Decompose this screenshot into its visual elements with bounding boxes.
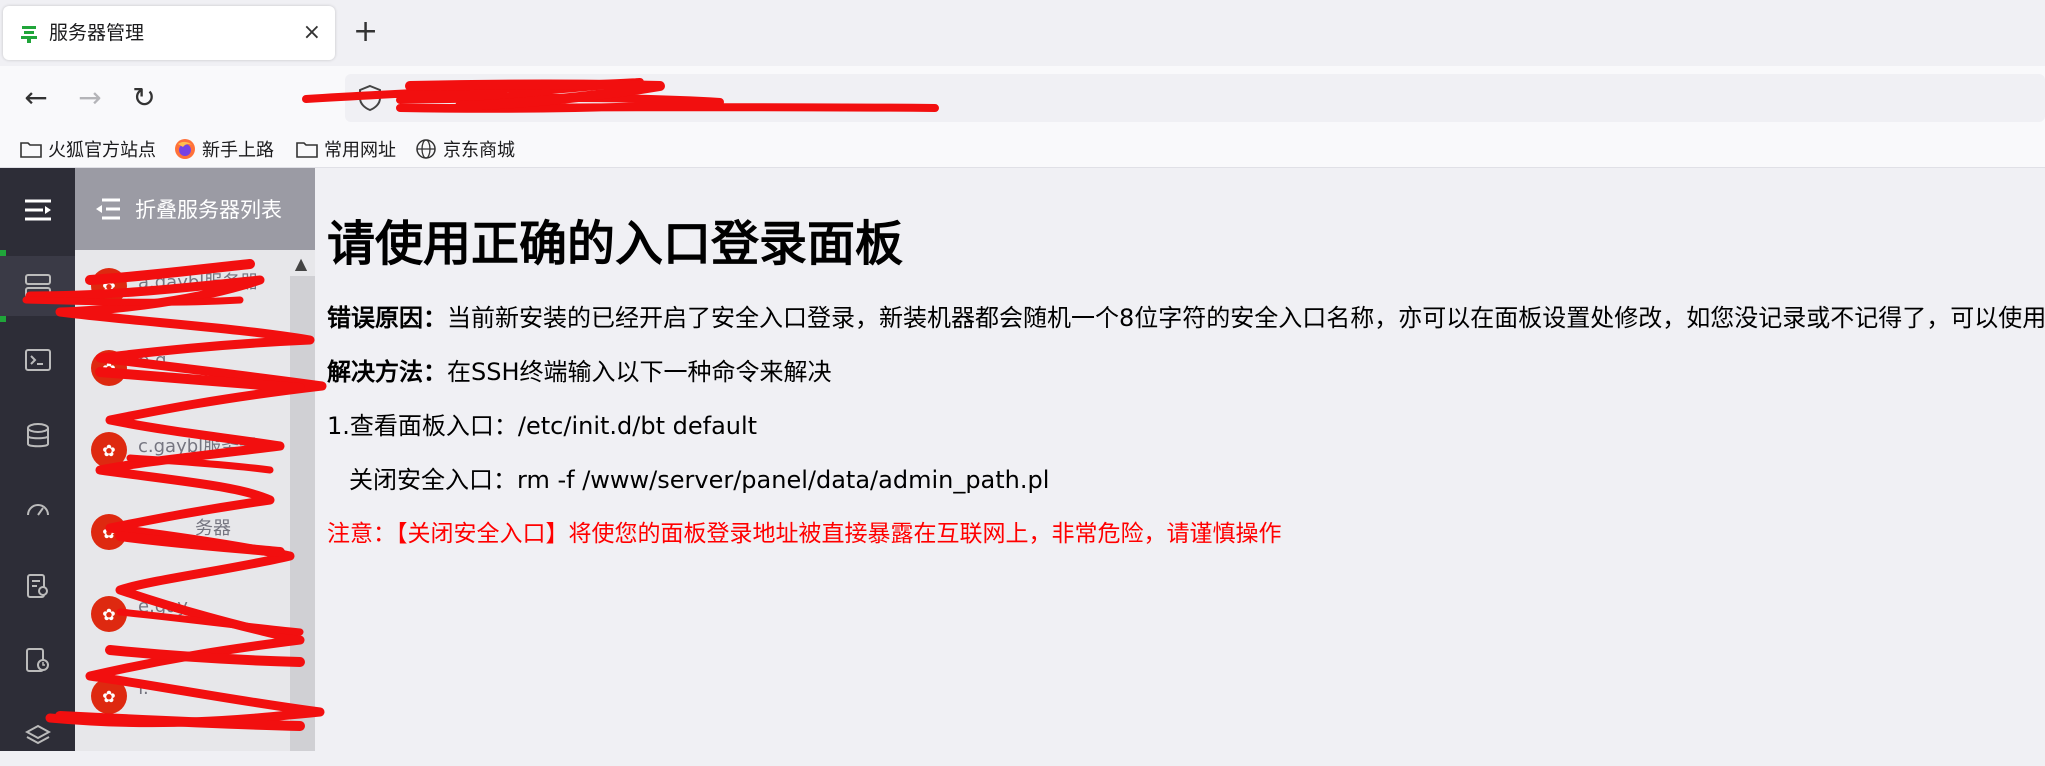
solution-label: 解决方法：	[327, 358, 447, 386]
list-item[interactable]: ✿ c.gaybl服务器	[75, 414, 315, 496]
list-item[interactable]: ✿ b.g	[75, 332, 315, 414]
list-item[interactable]: ✿ f.	[75, 660, 315, 742]
collapse-label: 折叠服务器列表	[135, 198, 282, 222]
server-icon	[24, 274, 51, 298]
browser-tab[interactable]: 服务器管理 ×	[3, 6, 335, 60]
tab-title: 服务器管理	[49, 22, 145, 44]
globe-icon	[416, 139, 436, 159]
panel-icon-sidebar	[0, 168, 75, 751]
reload-button[interactable]: ↻	[126, 80, 162, 116]
file-search-icon	[26, 574, 48, 598]
sidebar-item-cron[interactable]	[0, 630, 75, 690]
menu-toggle-button[interactable]	[0, 180, 75, 240]
list-item[interactable]: ✿ e.gay	[75, 578, 315, 660]
step-close-entry: 关闭安全入口：rm -f /www/server/panel/data/admi…	[349, 466, 1050, 494]
sidebar-item-files[interactable]	[0, 556, 75, 616]
hk-flag-icon: ✿	[91, 514, 127, 550]
server-name: b.g	[138, 350, 167, 371]
forward-button[interactable]: →	[72, 80, 108, 116]
bt-logo-icon	[21, 26, 37, 43]
scrollbar[interactable]	[290, 276, 315, 751]
collapse-server-list-button[interactable]: 折叠服务器列表	[75, 168, 315, 250]
hk-flag-icon: ✿	[91, 350, 127, 386]
reason-text: 当前新安装的已经开启了安全入口登录，新装机器都会随机一个8位字符的安全入口名称，…	[447, 304, 2045, 332]
list-item[interactable]: ✿ 务器	[75, 496, 315, 578]
sidebar-item-monitor[interactable]	[0, 480, 75, 540]
sidebar-item-layers[interactable]	[0, 706, 75, 766]
page-title: 请使用正确的入口登录面板	[327, 216, 904, 272]
scroll-up-icon[interactable]: ▲	[290, 254, 312, 276]
new-tab-button[interactable]: +	[353, 14, 378, 50]
folder-icon	[20, 142, 42, 158]
shield-icon	[359, 84, 381, 112]
reason-label: 错误原因：	[327, 304, 447, 332]
schedule-icon	[25, 648, 49, 672]
bookmark-label: 新手上路	[202, 140, 274, 161]
firefox-icon	[175, 139, 195, 159]
bookmark-item[interactable]: 京东商城	[415, 135, 515, 163]
menu-icon	[24, 199, 51, 221]
sidebar-item-terminal[interactable]	[0, 330, 75, 390]
step-view-entry: 1.查看面板入口：/etc/init.d/bt default	[327, 412, 758, 440]
error-reason: 错误原因：当前新安装的已经开启了安全入口登录，新装机器都会随机一个8位字符的安全…	[327, 298, 2045, 333]
server-name: a.gaybl服务器	[138, 272, 259, 293]
solution-text: 在SSH终端输入以下一种命令来解决	[447, 358, 832, 386]
terminal-icon	[24, 349, 51, 371]
bookmark-label: 火狐官方站点	[48, 140, 156, 161]
solution: 解决方法：在SSH终端输入以下一种命令来解决	[327, 352, 832, 387]
hk-flag-icon: ✿	[91, 268, 127, 304]
server-list: ✿ a.gaybl服务器 ✿ b.g ✿ c.gaybl服务器 ✿ 务器 ✿ e…	[75, 250, 315, 751]
bookmark-item[interactable]: 火狐官方站点	[20, 135, 156, 163]
collapse-icon	[96, 198, 120, 220]
back-button[interactable]: ←	[18, 80, 54, 116]
url-bar[interactable]	[345, 74, 2045, 122]
list-item[interactable]: ✿ a.gaybl服务器	[75, 250, 315, 332]
warning-text: 注意：【关闭安全入口】将使您的面板登录地址被直接暴露在互联网上，非常危险，请谨慎…	[327, 521, 1282, 547]
close-icon[interactable]: ×	[303, 19, 321, 47]
bookmark-item[interactable]: 新手上路	[174, 135, 274, 163]
server-name: c.gaybl服务器	[138, 436, 258, 457]
sidebar-item-servers[interactable]	[0, 256, 75, 316]
server-name: e.gay	[138, 596, 188, 617]
tab-bar: 服务器管理 × +	[0, 0, 2045, 66]
sidebar-item-database[interactable]	[0, 406, 75, 466]
server-name: 务器	[195, 518, 231, 539]
bookmark-label: 常用网址	[324, 140, 396, 161]
layers-icon	[24, 724, 51, 745]
bookmarks-bar: 火狐官方站点 新手上路 常用网址 京东商城	[0, 130, 2045, 168]
server-name: f.	[138, 678, 149, 699]
hk-flag-icon: ✿	[91, 678, 127, 714]
folder-icon	[296, 142, 318, 158]
main-content: 请使用正确的入口登录面板 错误原因：当前新安装的已经开启了安全入口登录，新装机器…	[315, 168, 2045, 751]
monitor-icon	[26, 504, 49, 516]
bookmark-label: 京东商城	[443, 140, 515, 161]
bookmark-item[interactable]: 常用网址	[296, 135, 396, 163]
hk-flag-icon: ✿	[91, 432, 127, 468]
database-icon	[26, 423, 49, 448]
server-list-panel: 折叠服务器列表 ✿ a.gaybl服务器 ✿ b.g ✿ c.gaybl服务器 …	[75, 168, 315, 751]
navigation-bar: ← → ↻	[0, 66, 2045, 130]
hk-flag-icon: ✿	[91, 596, 127, 632]
